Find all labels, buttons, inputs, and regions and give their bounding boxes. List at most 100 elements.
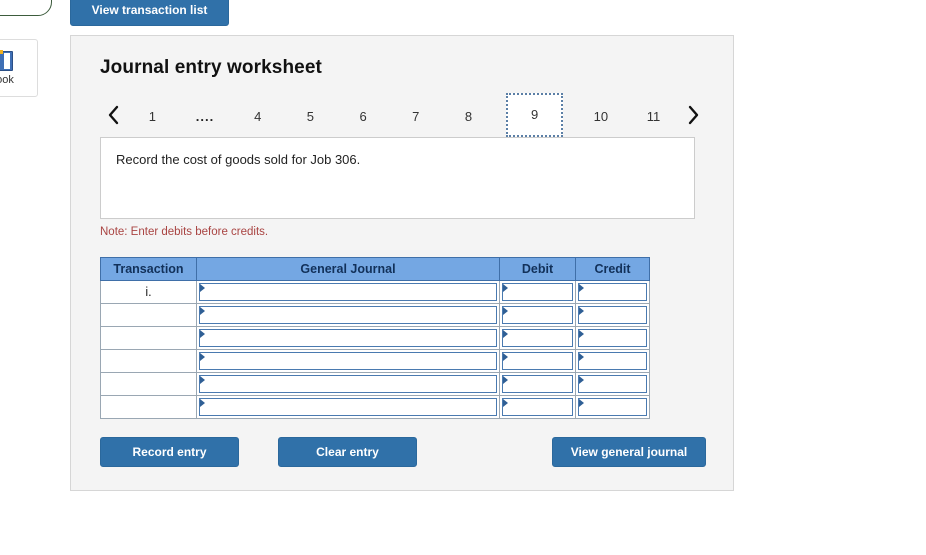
- transaction-cell: [100, 395, 197, 419]
- column-header-transaction: Transaction: [100, 257, 197, 281]
- general-journal-cell-wrapper: [197, 281, 499, 303]
- debit-cell: [499, 395, 576, 419]
- credit-cell: [575, 280, 650, 304]
- debit-cell: [499, 372, 576, 396]
- page-title: Journal entry worksheet: [100, 57, 322, 78]
- credit-cell-wrapper: [576, 304, 649, 326]
- debit-cell-wrapper: [500, 327, 575, 349]
- chevron-left-icon[interactable]: [100, 95, 126, 135]
- column-header-credit: Credit: [575, 257, 650, 281]
- record-entry-button[interactable]: Record entry: [100, 437, 239, 467]
- instruction-box: Record the cost of goods sold for Job 30…: [100, 137, 695, 219]
- debit-cell: [499, 349, 576, 373]
- ebook-shortcut-card[interactable]: ook: [0, 39, 38, 97]
- worksheet-tab-10[interactable]: 10: [586, 95, 616, 135]
- credit-cell-wrapper: [576, 327, 649, 349]
- worksheet-tabs: 1.... 4 5 6 7 8 9 10 11: [126, 92, 680, 138]
- debit-input[interactable]: [502, 375, 573, 393]
- table-row: [100, 349, 650, 373]
- table-row: [100, 326, 650, 350]
- general-journal-cell: [196, 349, 500, 373]
- worksheet-tab-1[interactable]: 1: [137, 95, 167, 135]
- journal-entry-worksheet-panel: Journal entry worksheet 1.... 4 5 6 7 8 9 10 11 …: [70, 35, 734, 491]
- clear-entry-button[interactable]: Clear entry: [278, 437, 417, 467]
- debit-input[interactable]: [502, 283, 573, 301]
- worksheet-tab-6[interactable]: 6: [348, 95, 378, 135]
- credit-input[interactable]: [578, 283, 647, 301]
- debit-cell-wrapper: [500, 304, 575, 326]
- credit-input[interactable]: [578, 329, 647, 347]
- transaction-cell: [100, 326, 197, 350]
- credit-cell-wrapper: [576, 396, 649, 418]
- credit-input[interactable]: [578, 352, 647, 370]
- transaction-cell: [100, 372, 197, 396]
- worksheet-tab-7[interactable]: 7: [401, 95, 431, 135]
- debit-cell-wrapper: [500, 281, 575, 303]
- credit-cell-wrapper: [576, 373, 649, 395]
- debit-input[interactable]: [502, 398, 573, 416]
- debit-cell: [499, 303, 576, 327]
- general-journal-cell-wrapper: [197, 327, 499, 349]
- general-journal-input[interactable]: [199, 352, 497, 370]
- table-row: [100, 372, 650, 396]
- transaction-cell: [100, 349, 197, 373]
- general-journal-cell: [196, 395, 500, 419]
- debit-cell-wrapper: [500, 396, 575, 418]
- credit-cell-wrapper: [576, 281, 649, 303]
- credit-cell: [575, 349, 650, 373]
- credit-cell-wrapper: [576, 350, 649, 372]
- general-journal-input[interactable]: [199, 398, 497, 416]
- general-journal-input[interactable]: [199, 375, 497, 393]
- transaction-cell: [100, 303, 197, 327]
- worksheet-tab-5[interactable]: 5: [295, 95, 325, 135]
- general-journal-cell-wrapper: [197, 373, 499, 395]
- credit-input[interactable]: [578, 306, 647, 324]
- general-journal-cell-wrapper: [197, 304, 499, 326]
- table-header-row: Transaction General Journal Debit Credit: [100, 257, 650, 281]
- debit-input[interactable]: [502, 329, 573, 347]
- column-header-general-journal: General Journal: [196, 257, 500, 281]
- debit-input[interactable]: [502, 306, 573, 324]
- book-icon: [0, 49, 14, 72]
- worksheet-tab-11[interactable]: 11: [639, 95, 669, 135]
- general-journal-cell-wrapper: [197, 350, 499, 372]
- credit-input[interactable]: [578, 375, 647, 393]
- table-body: i.: [100, 280, 650, 419]
- general-journal-input[interactable]: [199, 283, 497, 301]
- general-journal-input[interactable]: [199, 306, 497, 324]
- debit-cell-wrapper: [500, 373, 575, 395]
- column-header-debit: Debit: [499, 257, 576, 281]
- instruction-text: Record the cost of goods sold for Job 30…: [116, 152, 361, 167]
- general-journal-cell: [196, 303, 500, 327]
- general-journal-cell-wrapper: [197, 396, 499, 418]
- general-journal-cell: [196, 372, 500, 396]
- journal-entry-table: Transaction General Journal Debit Credit i.: [100, 257, 650, 419]
- general-journal-input[interactable]: [199, 329, 497, 347]
- debit-cell-wrapper: [500, 350, 575, 372]
- credit-cell: [575, 303, 650, 327]
- debits-before-credits-note: Note: Enter debits before credits.: [100, 226, 269, 238]
- credit-cell: [575, 326, 650, 350]
- table-row: i.: [100, 280, 650, 304]
- worksheet-tab-ellipsisellipsisellipsisellipsis: ....: [195, 109, 215, 124]
- chevron-right-icon[interactable]: [680, 95, 706, 135]
- debit-cell: [499, 280, 576, 304]
- worksheet-tab-9[interactable]: 9: [506, 93, 564, 137]
- general-journal-cell: [196, 280, 500, 304]
- worksheet-tab-strip: 1.... 4 5 6 7 8 9 10 11: [100, 92, 706, 138]
- view-general-journal-button[interactable]: View general journal: [552, 437, 706, 467]
- general-journal-cell: [196, 326, 500, 350]
- table-row: [100, 303, 650, 327]
- view-transaction-list-button[interactable]: View transaction list: [70, 0, 229, 26]
- table-row: [100, 395, 650, 419]
- credit-input[interactable]: [578, 398, 647, 416]
- ebook-shortcut-label: ook: [0, 73, 14, 86]
- debit-cell: [499, 326, 576, 350]
- credit-cell: [575, 395, 650, 419]
- credit-cell: [575, 372, 650, 396]
- worksheet-tab-8[interactable]: 8: [453, 95, 483, 135]
- page-top-rounded-edge: [0, 0, 52, 16]
- debit-input[interactable]: [502, 352, 573, 370]
- worksheet-tab-4[interactable]: 4: [243, 95, 273, 135]
- transaction-cell: i.: [100, 280, 197, 304]
